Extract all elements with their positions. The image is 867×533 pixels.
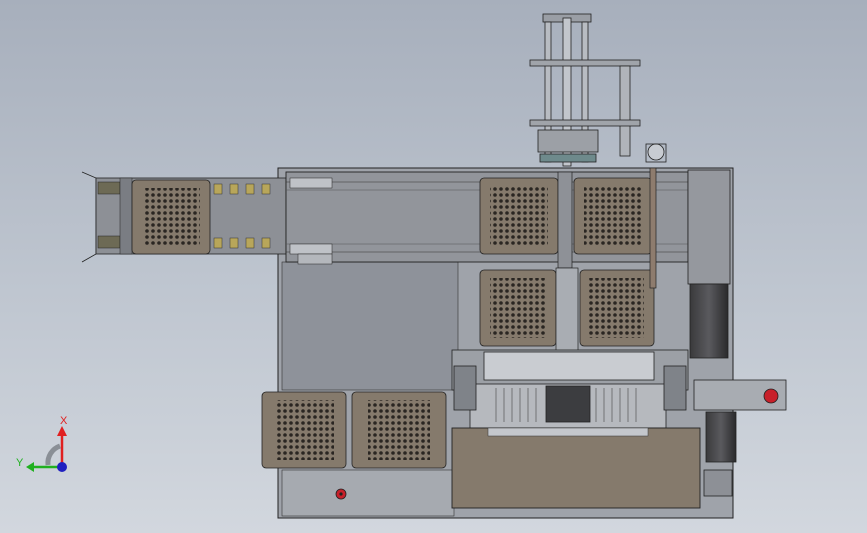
tray — [573, 177, 653, 255]
axis-triad[interactable]: X Y — [16, 415, 68, 472]
tray — [579, 269, 655, 347]
tray — [479, 177, 559, 255]
vertical-column-assembly — [529, 13, 667, 167]
tray — [131, 179, 211, 255]
cad-viewport[interactable]: X Y — [0, 0, 867, 533]
tray — [351, 391, 447, 469]
pick-head-assembly — [451, 349, 689, 429]
tray — [261, 391, 347, 469]
fan-icon — [335, 488, 347, 500]
estop-icon — [763, 388, 779, 404]
x-axis-label: X — [60, 415, 68, 427]
machine-drawing: X Y — [16, 13, 787, 519]
tray — [479, 269, 557, 347]
lower-housing — [451, 427, 701, 509]
z-axis-dot — [57, 462, 67, 472]
y-axis-label: Y — [16, 457, 24, 469]
